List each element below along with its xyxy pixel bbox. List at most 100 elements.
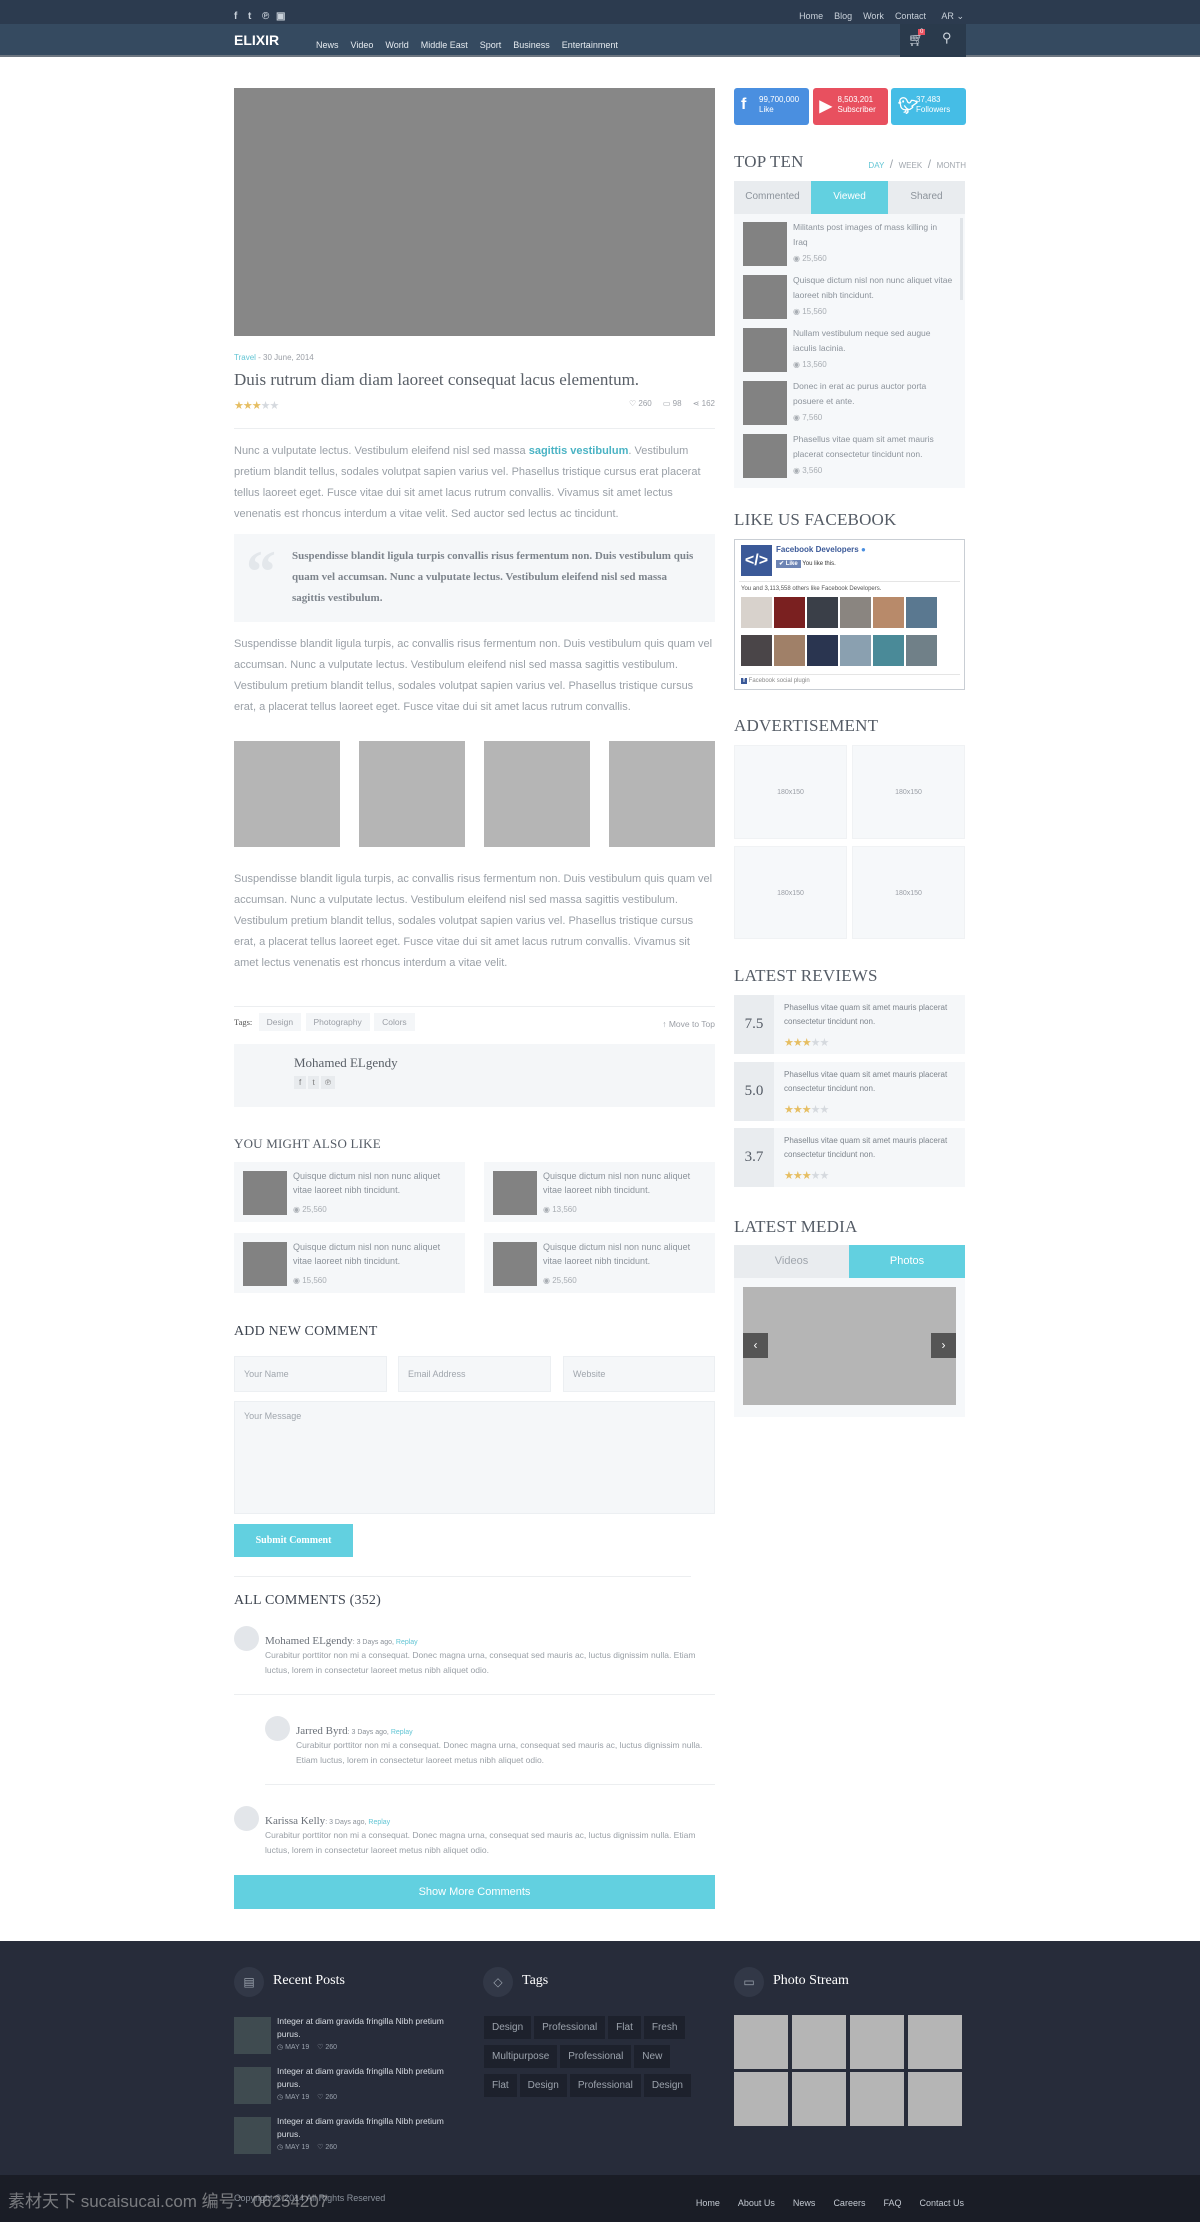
tag-photography[interactable]: Photography xyxy=(305,1013,370,1031)
footer-link-careers[interactable]: Careers xyxy=(833,2198,865,2208)
tab-shared[interactable]: Shared xyxy=(888,181,965,214)
top-link-blog[interactable]: Blog xyxy=(834,11,852,21)
scrollbar[interactable] xyxy=(960,218,963,300)
recent-post[interactable]: Integer at diam gravida fringilla Nibh p… xyxy=(234,2015,464,2054)
language-selector[interactable]: AR ⌄ xyxy=(941,11,964,21)
tab-commented[interactable]: Commented xyxy=(734,181,811,214)
top-ten-item[interactable]: Donec in erat ac purus auctor porta posu… xyxy=(743,381,953,426)
twitter-icon[interactable]: t xyxy=(248,11,262,22)
footer-link-contact[interactable]: Contact Us xyxy=(919,2198,964,2208)
reply-link[interactable]: Replay xyxy=(396,1639,418,1646)
top-ten-item[interactable]: Quisque dictum nisl non nunc aliquet vit… xyxy=(743,275,953,320)
gallery-image[interactable] xyxy=(609,741,715,847)
reply-link[interactable]: Replay xyxy=(368,1819,390,1826)
footer-tag[interactable]: Professional xyxy=(560,2045,632,2068)
footer-tag[interactable]: Flat xyxy=(608,2016,641,2039)
gallery-image[interactable] xyxy=(234,741,340,847)
photo-stream-image[interactable] xyxy=(850,2015,904,2069)
review-item[interactable]: 5.0 Phasellus vitae quam sit amet mauris… xyxy=(734,1061,965,1121)
photo-stream-image[interactable] xyxy=(850,2072,904,2126)
pinterest-icon[interactable]: ℗ xyxy=(262,11,276,22)
top-ten-item[interactable]: Militants post images of mass killing in… xyxy=(743,222,953,267)
search-icon[interactable]: ⚲ xyxy=(942,30,952,46)
footer-tag[interactable]: New xyxy=(634,2045,671,2068)
email-input[interactable]: Email Address xyxy=(398,1356,551,1392)
fan-avatar[interactable] xyxy=(840,597,871,628)
period-day[interactable]: DAY xyxy=(868,161,884,170)
footer-tag[interactable]: Flat xyxy=(484,2074,517,2097)
related-item[interactable]: Quisque dictum nisl non nunc aliquet vit… xyxy=(234,1162,465,1222)
recent-post[interactable]: Integer at diam gravida fringilla Nibh p… xyxy=(234,2065,464,2104)
social-count-button[interactable]: 🐦︎ 37,483 Followers xyxy=(891,88,966,125)
top-link-contact[interactable]: Contact xyxy=(895,11,926,21)
inline-link[interactable]: sagittis vestibulum xyxy=(529,445,629,457)
move-to-top-link[interactable]: ↑ Move to Top xyxy=(662,1019,715,1029)
fan-avatar[interactable] xyxy=(906,635,937,666)
top-ten-item[interactable]: Nullam vestibulum neque sed augue iaculi… xyxy=(743,328,953,373)
photo-stream-image[interactable] xyxy=(908,2015,962,2069)
ad-slot[interactable]: 180x150 xyxy=(734,846,847,939)
photo-stream-image[interactable] xyxy=(734,2015,788,2069)
footer-tag[interactable]: Professional xyxy=(534,2016,606,2039)
reply-link[interactable]: Replay xyxy=(391,1729,413,1736)
nav-sport[interactable]: Sport xyxy=(480,40,502,50)
fan-avatar[interactable] xyxy=(774,597,805,628)
fan-avatar[interactable] xyxy=(873,597,904,628)
footer-link-news[interactable]: News xyxy=(793,2198,816,2208)
footer-tag[interactable]: Design xyxy=(643,2074,691,2097)
facebook-icon[interactable]: f xyxy=(234,11,248,22)
nav-business[interactable]: Business xyxy=(513,40,550,50)
top-link-work[interactable]: Work xyxy=(863,11,884,21)
footer-link-home[interactable]: Home xyxy=(696,2198,720,2208)
fan-avatar[interactable] xyxy=(741,597,772,628)
message-textarea[interactable]: Your Message xyxy=(234,1401,715,1514)
fb-like-button[interactable]: ✔ Like xyxy=(776,560,801,568)
fb-page-name[interactable]: Facebook Developers ● xyxy=(776,545,866,554)
chevron-left-icon[interactable]: ‹ xyxy=(743,1333,768,1358)
review-item[interactable]: 3.7 Phasellus vitae quam sit amet mauris… xyxy=(734,1128,965,1187)
photo-stream-image[interactable] xyxy=(734,2072,788,2126)
fan-avatar[interactable] xyxy=(774,635,805,666)
related-item[interactable]: Quisque dictum nisl non nunc aliquet vit… xyxy=(234,1233,465,1293)
related-item[interactable]: Quisque dictum nisl non nunc aliquet vit… xyxy=(484,1162,715,1222)
fan-avatar[interactable] xyxy=(840,635,871,666)
footer-tag[interactable]: Design xyxy=(484,2016,532,2039)
name-input[interactable]: Your Name xyxy=(234,1356,387,1392)
website-input[interactable]: Website xyxy=(563,1356,715,1392)
photo-stream-image[interactable] xyxy=(908,2072,962,2126)
tag-design[interactable]: Design xyxy=(258,1013,302,1031)
fan-avatar[interactable] xyxy=(807,597,838,628)
related-item[interactable]: Quisque dictum nisl non nunc aliquet vit… xyxy=(484,1233,715,1293)
nav-entertainment[interactable]: Entertainment xyxy=(562,40,618,50)
fan-avatar[interactable] xyxy=(807,635,838,666)
recent-post[interactable]: Integer at diam gravida fringilla Nibh p… xyxy=(234,2115,464,2154)
nav-middle-east[interactable]: Middle East xyxy=(421,40,468,50)
review-item[interactable]: 7.5 Phasellus vitae quam sit amet mauris… xyxy=(734,995,965,1054)
gallery-image[interactable] xyxy=(484,741,590,847)
top-link-home[interactable]: Home xyxy=(799,11,823,21)
nav-video[interactable]: Video xyxy=(351,40,374,50)
period-month[interactable]: MONTH xyxy=(937,161,966,170)
comment-icon[interactable]: ▭ xyxy=(663,399,671,408)
show-more-comments-button[interactable]: Show More Comments xyxy=(234,1875,715,1909)
twitter-icon[interactable]: t xyxy=(308,1076,319,1089)
tab-photos[interactable]: Photos xyxy=(849,1245,965,1278)
category-link[interactable]: Travel xyxy=(234,353,256,362)
facebook-icon[interactable]: f xyxy=(294,1076,307,1089)
tab-videos[interactable]: Videos xyxy=(734,1245,849,1278)
heart-icon[interactable]: ♡ xyxy=(629,399,636,408)
footer-tag[interactable]: Fresh xyxy=(643,2016,686,2039)
logo[interactable]: ELIXIR xyxy=(234,32,279,48)
photo-stream-image[interactable] xyxy=(792,2015,846,2069)
footer-link-faq[interactable]: FAQ xyxy=(883,2198,901,2208)
submit-comment-button[interactable]: Submit Comment xyxy=(234,1524,353,1557)
footer-link-about[interactable]: About Us xyxy=(738,2198,775,2208)
ad-slot[interactable]: 180x150 xyxy=(734,745,847,839)
photo-stream-image[interactable] xyxy=(792,2072,846,2126)
tab-viewed[interactable]: Viewed xyxy=(811,181,888,214)
footer-tag[interactable]: Multipurpose xyxy=(484,2045,558,2068)
youtube-icon[interactable]: ▣ xyxy=(276,11,290,22)
footer-tag[interactable]: Professional xyxy=(569,2074,641,2097)
share-icon[interactable]: ⋖ xyxy=(693,399,700,408)
top-ten-item[interactable]: Phasellus vitae quam sit amet mauris pla… xyxy=(743,434,953,479)
